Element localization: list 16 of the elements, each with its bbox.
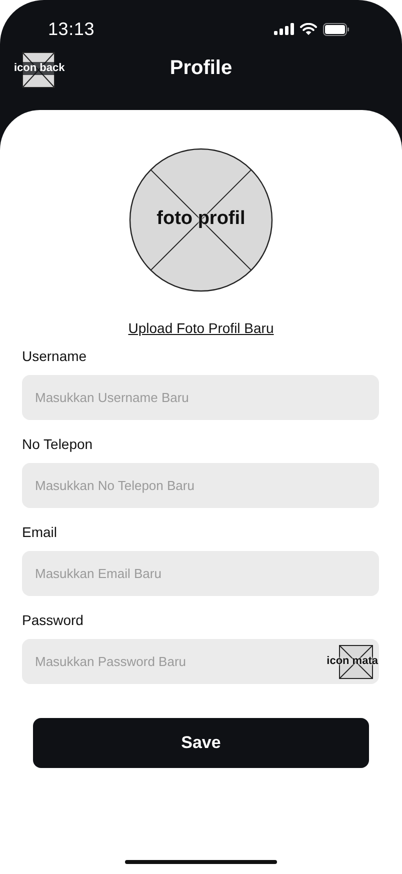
input-field[interactable]: Masukkan Username Baru: [22, 375, 379, 420]
status-time: 13:13: [48, 18, 95, 40]
upload-photo-link[interactable]: Upload Foto Profil Baru: [128, 320, 274, 336]
battery-icon: [323, 22, 350, 36]
field-label: Email: [22, 524, 58, 540]
save-button[interactable]: Save: [33, 718, 369, 768]
signal-icon: [274, 23, 294, 35]
icon-label: icon back: [13, 62, 66, 75]
field-label: No Telepon: [22, 436, 93, 452]
input-field[interactable]: Masukkan No Telepon Baru: [22, 463, 379, 508]
input-field[interactable]: Masukkan Password Baru: [22, 639, 321, 684]
field-label: Username: [22, 348, 87, 364]
wifi-icon: [300, 23, 317, 35]
field-label: Password: [22, 612, 84, 628]
page-title: Profile: [170, 58, 232, 78]
input-field[interactable]: Masukkan Email Baru: [22, 551, 379, 596]
